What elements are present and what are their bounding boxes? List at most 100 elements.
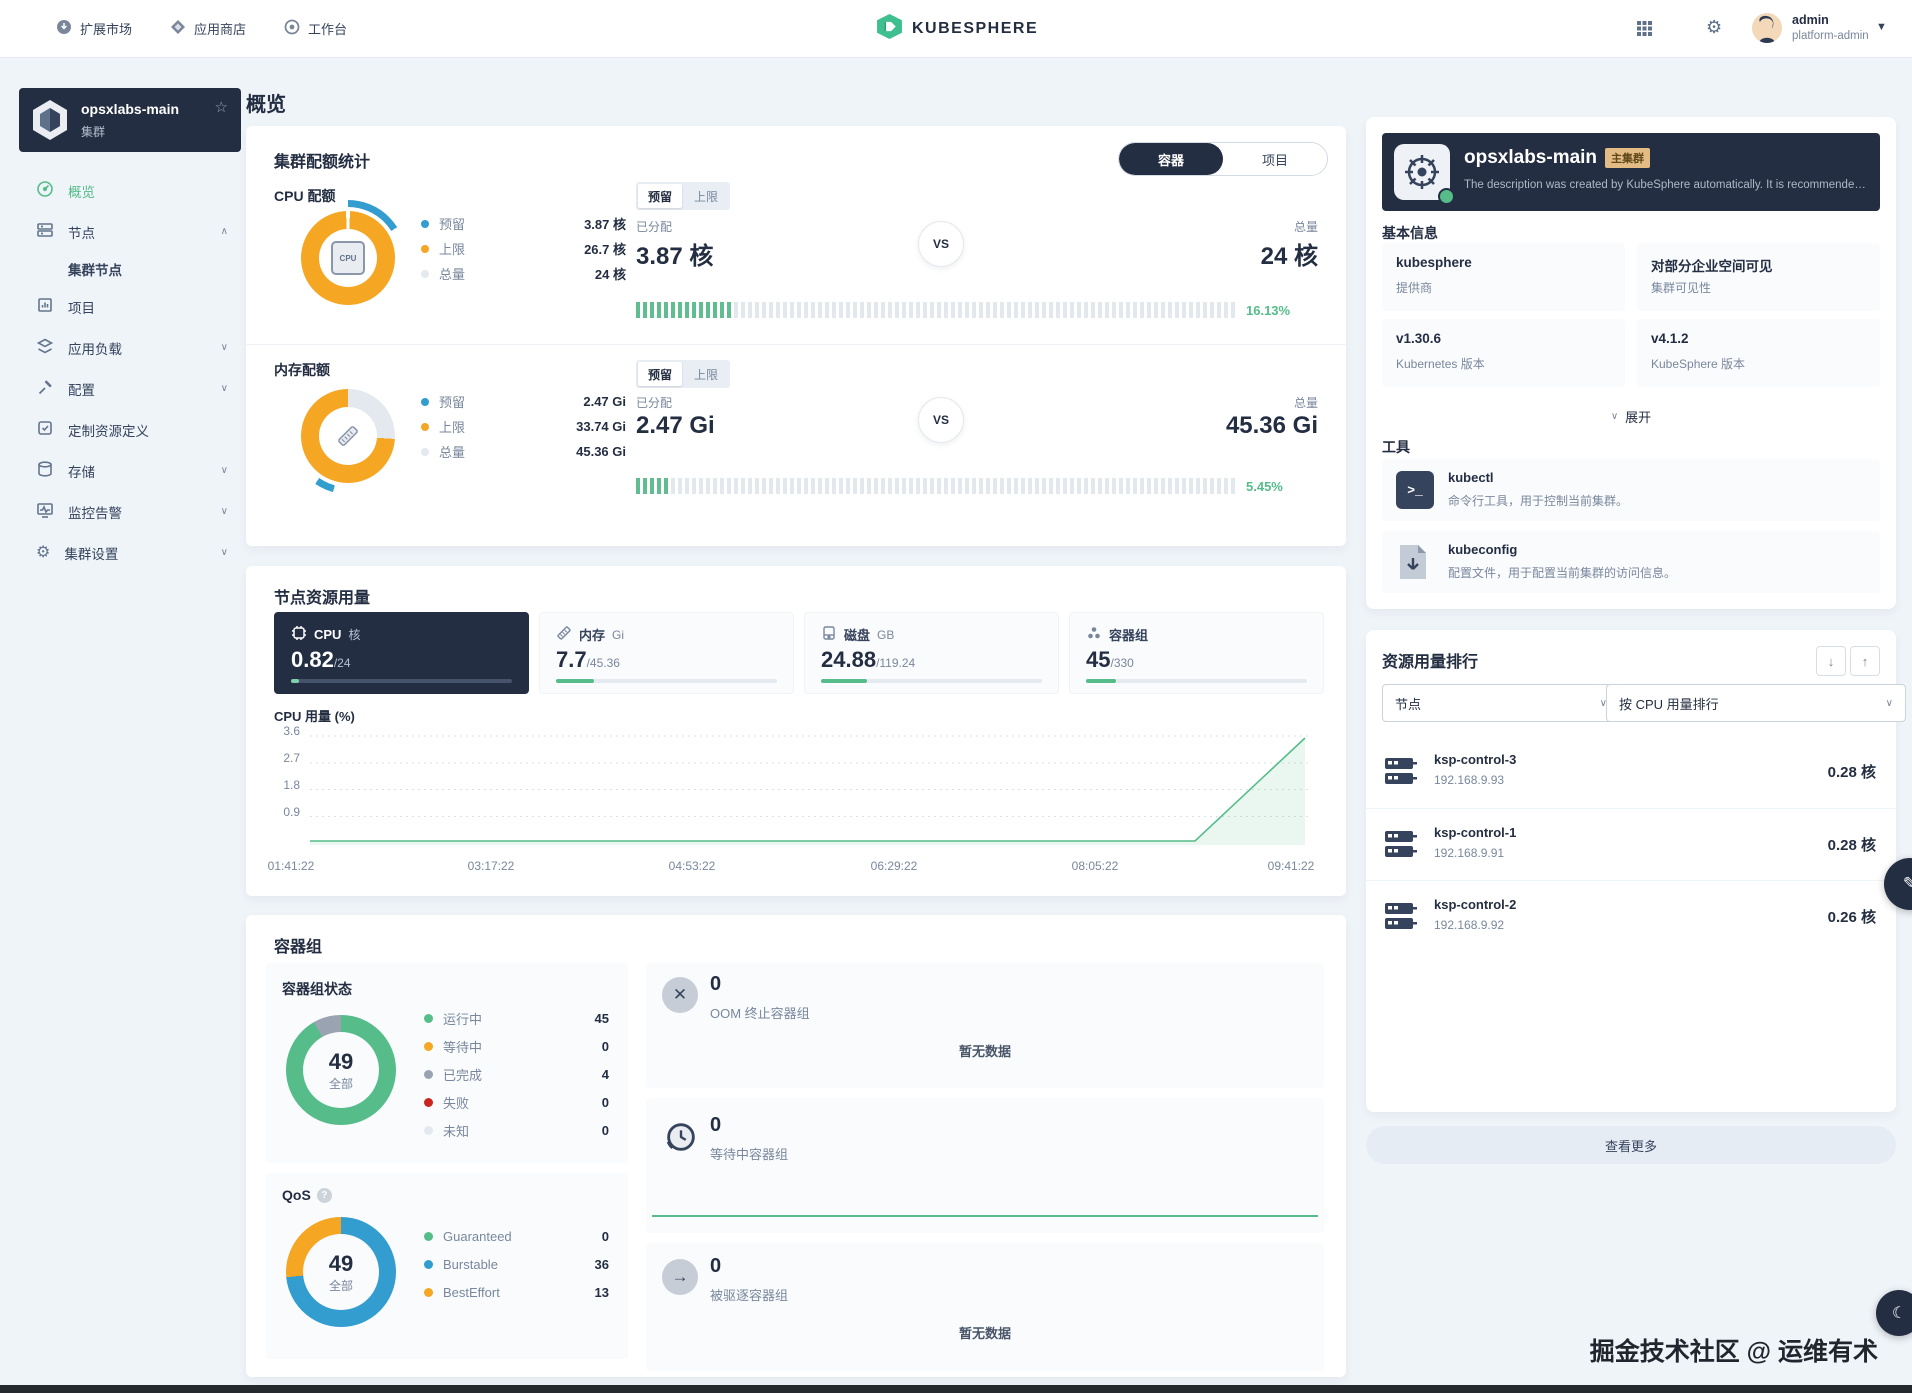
cpu-usage-area-chart [310,735,1310,845]
legend-item: 已完成 4 [424,1065,609,1084]
settings-gear-icon[interactable]: ⚙ [1706,17,1722,38]
cluster-info-header: opsxlabs-main 主集群 The description was cr… [1382,133,1880,211]
x-tick: 03:17:22 [467,859,515,873]
evicted-label: 被驱逐容器组 [710,1288,789,1303]
mode-reserved[interactable]: 预留 [638,184,683,208]
memory-quota-progress [636,478,1236,494]
memory-stick-icon [556,625,572,644]
favorite-star-icon[interactable]: ☆ [215,98,228,116]
total-label: 总量 [1293,220,1318,234]
sidebar-menu: 概览 节点 ∧ 集群节点 项目 应用负载 ∨ 配置 ∨ 定制资源定义 存储 ∨ … [0,170,250,573]
pods-card-title: 容器组 [274,939,323,956]
toggle-projects[interactable]: 项目 [1223,143,1327,175]
pod-status-title: 容器组状态 [282,981,352,997]
legend-item: 总量 24 核 [421,264,626,283]
sidebar-item-nodes[interactable]: 节点 ∧ [0,211,250,252]
theme-moon-fab[interactable]: ☾ [1876,1290,1912,1336]
workbench-icon [284,19,300,38]
sort-descending-button[interactable]: ↓ [1816,646,1846,676]
mode-limit[interactable]: 上限 [684,184,728,208]
cpu-quota-donut: CPU [290,200,406,316]
tab-pods[interactable]: 容器组 45/330 [1069,612,1324,694]
legend-item: 上限 33.74 Gi [421,417,626,436]
sidebar-item-monitoring[interactable]: 监控告警 ∨ [0,491,250,532]
legend-item: 等待中 0 [424,1037,609,1056]
kubesphere-logo-icon [876,13,903,45]
allocated-value: 2.47 Gi [636,412,715,439]
tool-kubectl[interactable]: >_ kubectl 命令行工具，用于控制当前集群。 [1382,459,1880,521]
quota-card-title: 集群配额统计 [274,154,371,171]
nav-extension-market[interactable]: 扩展市场 [56,0,132,57]
tool-kubeconfig[interactable]: kubeconfig 配置文件，用于配置当前集群的访问信息。 [1382,531,1880,593]
mode-reserved[interactable]: 预留 [638,362,683,386]
sort-metric-select[interactable]: 按 CPU 用量排行 ∨ [1606,684,1906,722]
pods-card: 容器组 容器组状态 49 全部 运行中 45 等待中 0 已完成 4 失败 0 未知 0 … [246,915,1346,1377]
sidebar-item-projects[interactable]: 项目 [0,286,250,327]
pending-panel: 0 等待中容器组 [646,1098,1324,1233]
page-title: 概览 [246,94,286,116]
sidebar-item-crd[interactable]: 定制资源定义 [0,409,250,450]
node-name: ksp-control-3 [1434,752,1517,767]
terminal-icon: >_ [1396,471,1434,509]
legend-item: 上限 26.7 核 [421,239,626,258]
server-icon [1384,828,1418,865]
tab-cpu[interactable]: CPU 核 0.82/24 [274,612,529,694]
chevron-down-icon: ∨ [220,506,228,517]
user-menu-caret-icon[interactable]: ▼ [1876,21,1887,33]
overview-gauge-icon [36,180,54,201]
mode-limit[interactable]: 上限 [684,362,728,386]
apps-grid-icon[interactable] [1636,20,1653,42]
legend-dot-orange [421,244,429,253]
expand-button[interactable]: ∨ 展开 [1366,401,1896,431]
pending-flatline-chart [652,1215,1318,1217]
cluster-quota-card: 集群配额统计 容器 项目 CPU 配额 CPU 预留 3.87 核 上限 26.7 … [246,126,1346,546]
disk-icon [821,625,837,644]
workloads-icon [36,337,54,358]
chevron-down-icon: ∨ [1885,697,1893,709]
sidebar-item-storage[interactable]: 存储 ∨ [0,450,250,491]
pod-status-total: 49 [328,1048,354,1074]
help-icon[interactable]: ? [316,1187,332,1203]
sidebar-item-cluster-settings[interactable]: ⚙ 集群设置 ∨ [0,532,250,573]
pod-status-donut: 49 全部 [286,1015,396,1125]
nav-app-store[interactable]: 应用商店 [170,0,246,57]
legend-item: Burstable 36 [424,1257,609,1272]
info-item-k8s-version: v1.30.6 Kubernetes 版本 [1382,319,1625,387]
tab-progress [821,679,1042,683]
node-rank-row[interactable]: ksp-control-2 192.168.9.92 0.26 核 [1366,880,1896,953]
chevron-down-icon: ∨ [220,465,228,476]
sidebar-item-overview[interactable]: 概览 [0,170,250,211]
x-tick: 04:53:22 [668,859,716,873]
chevron-down-icon: ∨ [220,342,228,353]
tab-disk[interactable]: 磁盘 GB 24.88/119.24 [804,612,1059,694]
node-rank-row[interactable]: ksp-control-3 192.168.9.93 0.28 核 [1366,736,1896,808]
node-rank-row[interactable]: ksp-control-1 192.168.9.91 0.28 核 [1366,808,1896,881]
pending-label: 等待中容器组 [710,1147,789,1162]
node-cpu-usage: 0.28 核 [1827,764,1876,781]
pod-status-total-label: 全部 [328,1076,353,1091]
sort-ascending-button[interactable]: ↑ [1850,646,1880,676]
sidebar-item-cluster-nodes[interactable]: 集群节点 [0,252,250,286]
vs-badge: VS [918,397,964,443]
monitoring-icon [36,501,54,522]
app-store-icon [170,19,186,38]
cluster-card[interactable]: opsxlabs-main 集群 ☆ [19,88,241,152]
user-avatar[interactable] [1752,13,1782,43]
cpu-chip-icon [291,625,307,644]
sidebar-item-config[interactable]: 配置 ∨ [0,368,250,409]
tab-progress [556,679,777,683]
node-ip: 192.168.9.91 [1434,846,1505,860]
nav-workbench[interactable]: 工作台 [284,0,347,57]
sidebar-item-workloads[interactable]: 应用负载 ∨ [0,327,250,368]
y-tick: 0.9 [283,805,300,819]
pending-count: 0 [710,1114,722,1136]
user-name[interactable]: admin [1792,13,1829,27]
toggle-containers[interactable]: 容器 [1119,143,1223,175]
resource-type-select[interactable]: 节点 ∨ [1382,684,1620,722]
server-icon [1384,755,1418,792]
node-usage-title: 节点资源用量 [274,590,371,607]
allocated-value: 3.87 核 [636,243,714,270]
view-more-button[interactable]: 查看更多 [1366,1126,1896,1164]
legend-item: 预留 3.87 核 [421,214,626,233]
tab-memory[interactable]: 内存 Gi 7.7/45.36 [539,612,794,694]
